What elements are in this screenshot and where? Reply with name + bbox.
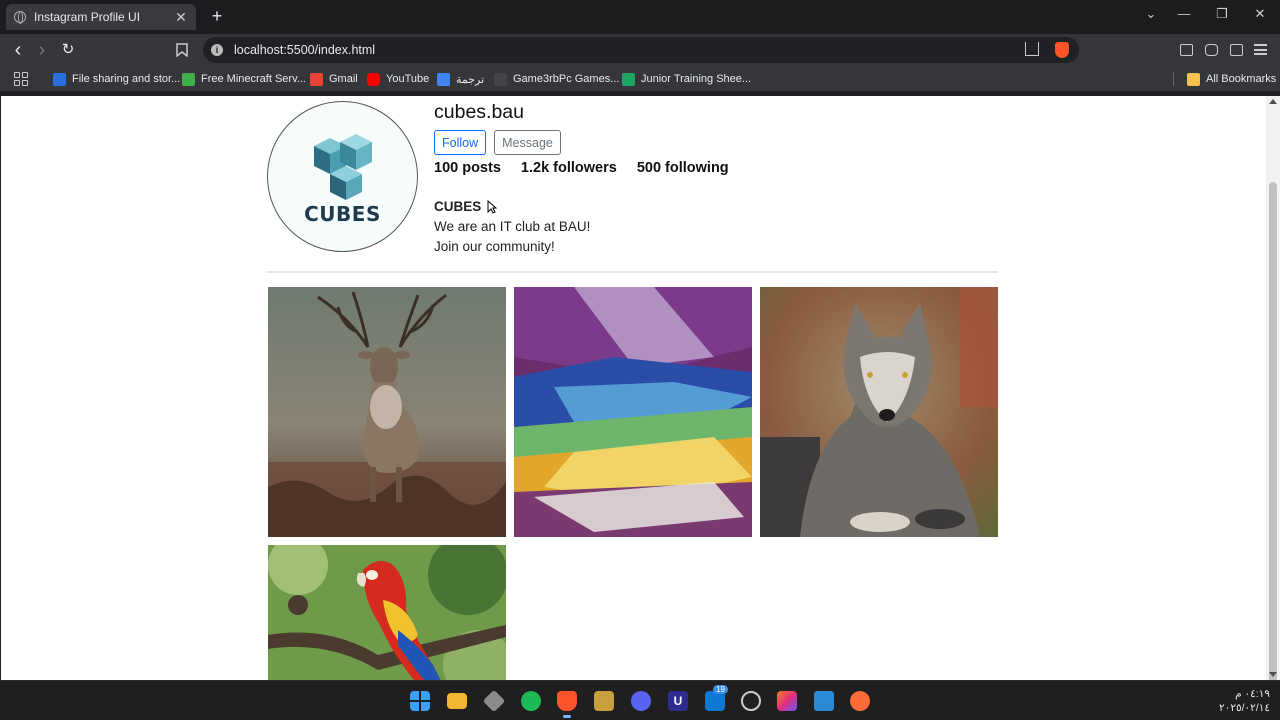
all-bookmarks-folder[interactable]: All Bookmarks (1187, 66, 1276, 92)
apps-grid-icon[interactable] (14, 72, 28, 86)
parrot-image (268, 545, 506, 680)
tab-search-button[interactable]: ⌄ (1139, 6, 1163, 22)
abstract-painting-image (514, 287, 752, 537)
bookmark-icon[interactable] (176, 43, 188, 57)
vscode-icon[interactable] (814, 691, 834, 711)
extensions-icon[interactable] (1205, 44, 1218, 56)
avatar[interactable]: CUBES (267, 101, 418, 252)
menu-icon[interactable] (1254, 44, 1267, 55)
close-window-button[interactable]: ✕ (1248, 6, 1272, 22)
new-tab-button[interactable]: + (208, 6, 226, 27)
minecraft-icon (182, 72, 195, 86)
file-sharing-icon (53, 72, 66, 86)
taskbar-clock[interactable]: ٠٤:١٩ م ٢٠٢٥/٠٢/١٤ (1210, 687, 1270, 715)
message-button[interactable]: Message (494, 130, 561, 155)
navigation-bar: ‹ › ↻ i localhost:5500/index.html (0, 34, 1280, 66)
back-button[interactable]: ‹ (8, 40, 28, 60)
tab-instagram-profile[interactable]: Instagram Profile UI ✕ (6, 4, 196, 30)
wallet-icon[interactable] (1230, 44, 1243, 56)
cubes-logo-icon (314, 134, 372, 200)
share-icon[interactable] (1025, 42, 1039, 56)
notification-badge: 19 (713, 685, 728, 694)
folder-icon (1187, 72, 1200, 86)
bookmark-junior-training[interactable]: Junior Training Shee... (622, 66, 751, 92)
tab-bar: Instagram Profile UI ✕ + ⌄ — ❐ ✕ (0, 0, 1280, 34)
screenshot-icon[interactable] (1180, 44, 1193, 56)
scrollbar-thumb[interactable] (1269, 182, 1277, 690)
page-scrollbar[interactable] (1266, 96, 1280, 690)
site-info-icon[interactable]: i (211, 44, 223, 56)
jetbrains-icon[interactable] (777, 691, 797, 711)
post-parrot[interactable] (268, 545, 506, 680)
post-abstract-painting[interactable] (514, 287, 752, 537)
bookmark-separator (1173, 72, 1174, 86)
bio-line-1: We are an IT club at BAU! (434, 219, 591, 234)
clock-date: ٢٠٢٥/٠٢/١٤ (1219, 702, 1270, 714)
profile-info: cubes.bau Follow Message 100 posts 1.2k … (434, 101, 994, 257)
following-count[interactable]: 500 following (637, 160, 729, 176)
profile-username: cubes.bau (434, 101, 524, 123)
clock-time: ٠٤:١٩ م (1235, 688, 1270, 700)
profile-stats: 100 posts 1.2k followers 500 following (434, 160, 994, 176)
bookmark-gmail[interactable]: Gmail (310, 66, 358, 92)
gmail-icon (310, 72, 323, 86)
spotify-icon[interactable] (521, 691, 541, 711)
globe-icon (14, 11, 26, 24)
sheets-icon (622, 72, 635, 86)
post-wolf[interactable] (760, 287, 998, 537)
file-explorer-icon[interactable] (447, 693, 467, 709)
avatar-logo-text: CUBES (304, 202, 381, 226)
bookmark-youtube[interactable]: YouTube (367, 66, 429, 92)
tab-title: Instagram Profile UI (34, 10, 141, 24)
profile-bio: CUBES We are an IT club at BAU! Join our… (434, 197, 994, 257)
post-deer[interactable] (268, 287, 506, 537)
follow-button[interactable]: Follow (434, 130, 487, 155)
bookmark-translate[interactable]: ترجمة (437, 66, 484, 92)
translate-icon (437, 72, 450, 86)
followers-count[interactable]: 1.2k followers (521, 160, 617, 176)
ultraviewer-icon[interactable]: U (668, 691, 688, 711)
bookmark-file-sharing[interactable]: File sharing and stor... (53, 66, 180, 92)
tab-close-icon[interactable]: ✕ (174, 9, 188, 26)
unity-icon[interactable] (482, 689, 506, 713)
maximize-button[interactable]: ❐ (1210, 6, 1234, 22)
chrome-dev-icon[interactable] (741, 691, 761, 711)
profile-divider (267, 271, 998, 273)
outlook-icon[interactable]: 19 (705, 685, 728, 711)
windows-taskbar: U 19 ٠٤:١٩ م ٢٠٢٥/٠٢/١٤ (0, 680, 1280, 720)
url-text[interactable]: localhost:5500/index.html (234, 43, 375, 57)
game3rb-icon (494, 72, 507, 86)
brave-icon[interactable] (557, 691, 577, 718)
minimize-button[interactable]: — (1172, 6, 1196, 21)
posts-count[interactable]: 100 posts (434, 160, 501, 176)
brave-shields-icon[interactable] (1055, 42, 1069, 58)
profile-actions: Follow Message (434, 130, 994, 155)
sublime-icon[interactable] (594, 691, 614, 711)
bookmarks-bar: File sharing and stor... Free Minecraft … (0, 66, 1280, 92)
bio-name: CUBES (434, 199, 482, 214)
bio-line-2: Join our community! (434, 239, 555, 254)
deer-image (268, 287, 506, 537)
page-viewport: CUBES cubes.bau Follow Message 100 posts… (1, 96, 1266, 680)
postman-icon[interactable] (850, 691, 870, 711)
discord-icon[interactable] (631, 691, 651, 711)
youtube-icon (367, 72, 380, 86)
wolf-image (760, 287, 998, 537)
windows-start-icon[interactable] (410, 691, 430, 711)
bookmark-minecraft[interactable]: Free Minecraft Serv... (182, 66, 306, 92)
mouse-cursor-icon (487, 200, 497, 214)
scroll-up-icon[interactable] (1269, 99, 1277, 104)
reload-button[interactable]: ↻ (58, 40, 78, 60)
bookmark-game3rb[interactable]: Game3rbPc Games... (494, 66, 619, 92)
address-bar[interactable]: i localhost:5500/index.html (203, 37, 1079, 63)
forward-button[interactable]: › (32, 40, 52, 60)
scroll-down-icon[interactable] (1269, 672, 1277, 677)
